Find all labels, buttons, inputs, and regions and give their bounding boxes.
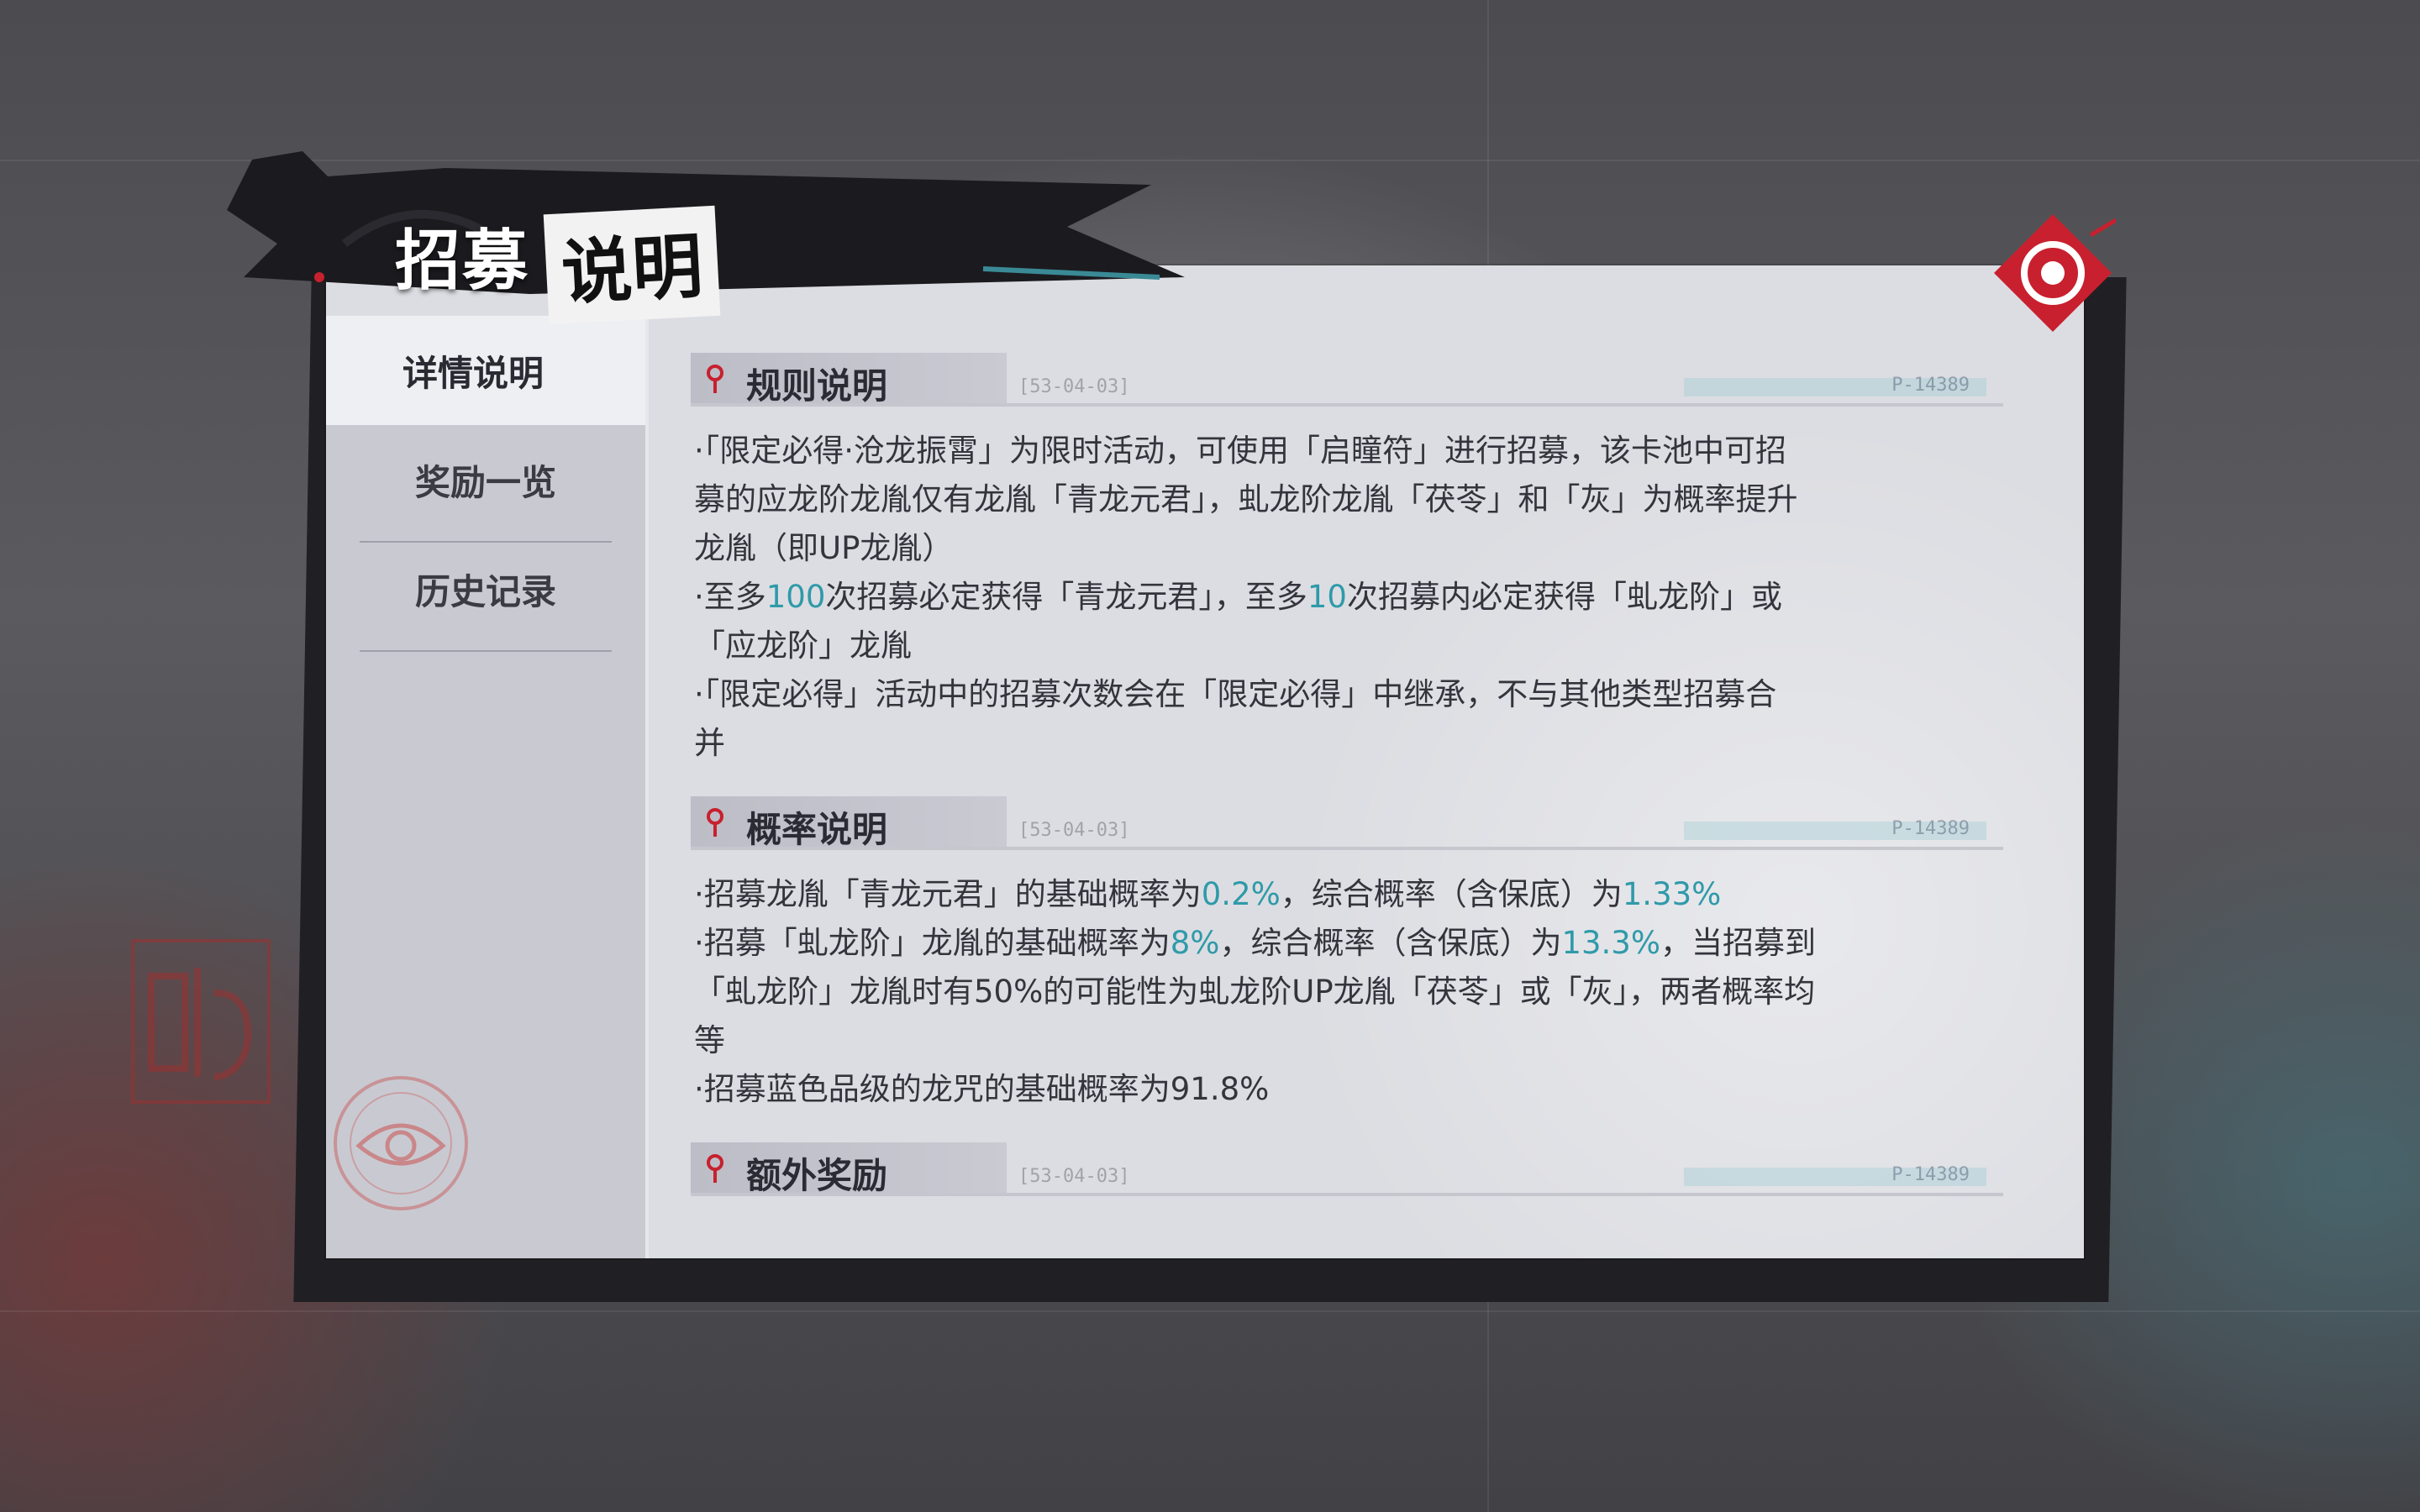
pin-icon: [707, 365, 723, 393]
rule-text: 「应龙阶」龙胤: [694, 627, 912, 664]
section-heading: 额外奖励: [746, 1155, 888, 1196]
rule-text: 次招募必定获得「青龙元君」，至多: [825, 579, 1307, 615]
rule-paragraph: ·「限定必得·沧龙振霄」为限时活动，可使用「启瞳符」进行招募，该卡池中可招 募的应…: [694, 427, 2005, 573]
rule-line: 「虬龙阶」龙胤时有50%的可能性为虬龙阶UP龙胤「茯苓」或「灰」，两者概率均: [694, 968, 2005, 1016]
rule-paragraph: ·「限定必得」活动中的招募次数会在「限定必得」中继承，不与其他类型招募合并: [694, 670, 2005, 768]
rule-text: 次招募内必定获得「虬龙阶」或: [1346, 579, 1782, 615]
highlight-value: 8%: [1170, 925, 1220, 961]
section-date-code: [53-04-03]: [1018, 1166, 1130, 1187]
rule-text: ·「限定必得·沧龙振霄」为限时活动，可使用「启瞳符」进行招募，该卡池中可招: [694, 433, 1787, 469]
page-title-part2: 说明: [543, 205, 721, 325]
rule-paragraph: ·招募龙胤「青龙元君」的基础概率为0.2%，综合概率（含保底）为1.33%: [694, 870, 2005, 919]
page-title-part1: 招募: [395, 223, 530, 299]
section-serial-code: P-14389: [1891, 818, 1970, 839]
tab-separator: [360, 650, 612, 652]
rule-text: 龙胤（即UP龙胤）: [694, 530, 954, 566]
section-serial-code: P-14389: [1891, 1164, 1970, 1185]
section-heading: 概率说明: [746, 809, 888, 850]
rule-text: 并: [694, 725, 725, 761]
section-serial-code: P-14389: [1891, 375, 1970, 396]
rule-text: ，当招募到: [1660, 925, 1817, 961]
rule-text: 等: [694, 1022, 725, 1058]
rule-text: 「虬龙阶」龙胤时有50%的可能性为虬龙阶UP龙胤「茯苓」或「灰」，两者概率均: [694, 974, 1816, 1010]
tab-history-label: 历史记录: [414, 570, 556, 612]
rule-line: 募的应龙阶龙胤仅有龙胤「青龙元君」，虬龙阶龙胤「茯苓」和「灰」为概率提升: [694, 475, 2005, 524]
section-header: [53-04-03] P-14389 规则说明: [691, 353, 2003, 407]
rule-text: 募的应龙阶龙胤仅有龙胤「青龙元君」，虬龙阶龙胤「茯苓」和「灰」为概率提升: [694, 481, 1798, 517]
tab-rewards-label: 奖励一览: [414, 461, 556, 503]
highlight-value: 13.3%: [1561, 925, 1661, 961]
rule-text: ·招募龙胤「青龙元君」的基础概率为: [694, 876, 1202, 912]
tab-rewards[interactable]: 奖励一览: [326, 425, 645, 534]
pin-icon: [707, 808, 723, 837]
sidebar-divider: [645, 316, 649, 1258]
highlight-value: 0.2%: [1201, 876, 1281, 912]
section-header: [53-04-03] P-14389 概率说明: [691, 796, 2003, 850]
section-date-code: [53-04-03]: [1018, 376, 1130, 397]
rule-text: ，综合概率（含保底）为: [1280, 876, 1623, 912]
bg-gridline: [0, 1310, 2420, 1312]
close-eye-icon: [1994, 214, 2118, 332]
section-date-code: [53-04-03]: [1018, 820, 1130, 841]
pin-icon: [707, 1154, 723, 1183]
close-button[interactable]: [1990, 210, 2118, 336]
rule-line: 龙胤（即UP龙胤）: [694, 524, 2005, 573]
tab-details-label: 详情说明: [402, 352, 544, 394]
tab-history[interactable]: 历史记录: [326, 534, 645, 643]
rule-line: ·至多100次招募必定获得「青龙元君」，至多10次招募内必定获得「虬龙阶」或: [694, 573, 2005, 622]
rule-line: ·招募龙胤「青龙元君」的基础概率为0.2%，综合概率（含保底）为1.33%: [694, 870, 2005, 919]
rule-text: ·招募「虬龙阶」龙胤的基础概率为: [694, 925, 1171, 961]
rule-text: ·至多: [694, 579, 766, 615]
rule-paragraph: ·招募蓝色品级的龙咒的基础概率为91.8%: [694, 1065, 2005, 1114]
rule-line: 「应龙阶」龙胤: [694, 622, 2005, 670]
rule-paragraph: ·招募「虬龙阶」龙胤的基础概率为8%，综合概率（含保底）为13.3%，当招募到「…: [694, 919, 2005, 1065]
section-header-underline: [691, 1193, 2003, 1196]
decorative-seal: [131, 939, 271, 1104]
eye-stamp-icon: [334, 1076, 468, 1210]
rule-text: ·「限定必得」活动中的招募次数会在「限定必得」中继承，不与其他类型招募合: [694, 676, 1777, 712]
rule-line: 并: [694, 719, 2005, 768]
rule-line: ·招募蓝色品级的龙咒的基础概率为91.8%: [694, 1065, 2005, 1114]
highlight-value: 100: [765, 579, 826, 615]
rule-text: ·招募蓝色品级的龙咒的基础概率为91.8%: [694, 1071, 1270, 1107]
rule-line: ·「限定必得·沧龙振霄」为限时活动，可使用「启瞳符」进行招募，该卡池中可招: [694, 427, 2005, 475]
highlight-value: 10: [1307, 579, 1347, 615]
rule-paragraph: ·至多100次招募必定获得「青龙元君」，至多10次招募内必定获得「虬龙阶」或「应…: [694, 573, 2005, 670]
tab-details[interactable]: 详情说明: [326, 316, 645, 425]
rule-line: 等: [694, 1016, 2005, 1065]
rule-text: ，综合概率（含保底）为: [1219, 925, 1562, 961]
rule-line: ·招募「虬龙阶」龙胤的基础概率为8%，综合概率（含保底）为13.3%，当招募到: [694, 919, 2005, 968]
highlight-value: 1.33%: [1622, 876, 1722, 912]
rule-line: ·「限定必得」活动中的招募次数会在「限定必得」中继承，不与其他类型招募合: [694, 670, 2005, 719]
section-header-underline: [691, 403, 2003, 407]
section-header-underline: [691, 847, 2003, 850]
section-heading: 规则说明: [746, 365, 888, 407]
section-header: [53-04-03] P-14389 额外奖励: [691, 1142, 2003, 1196]
